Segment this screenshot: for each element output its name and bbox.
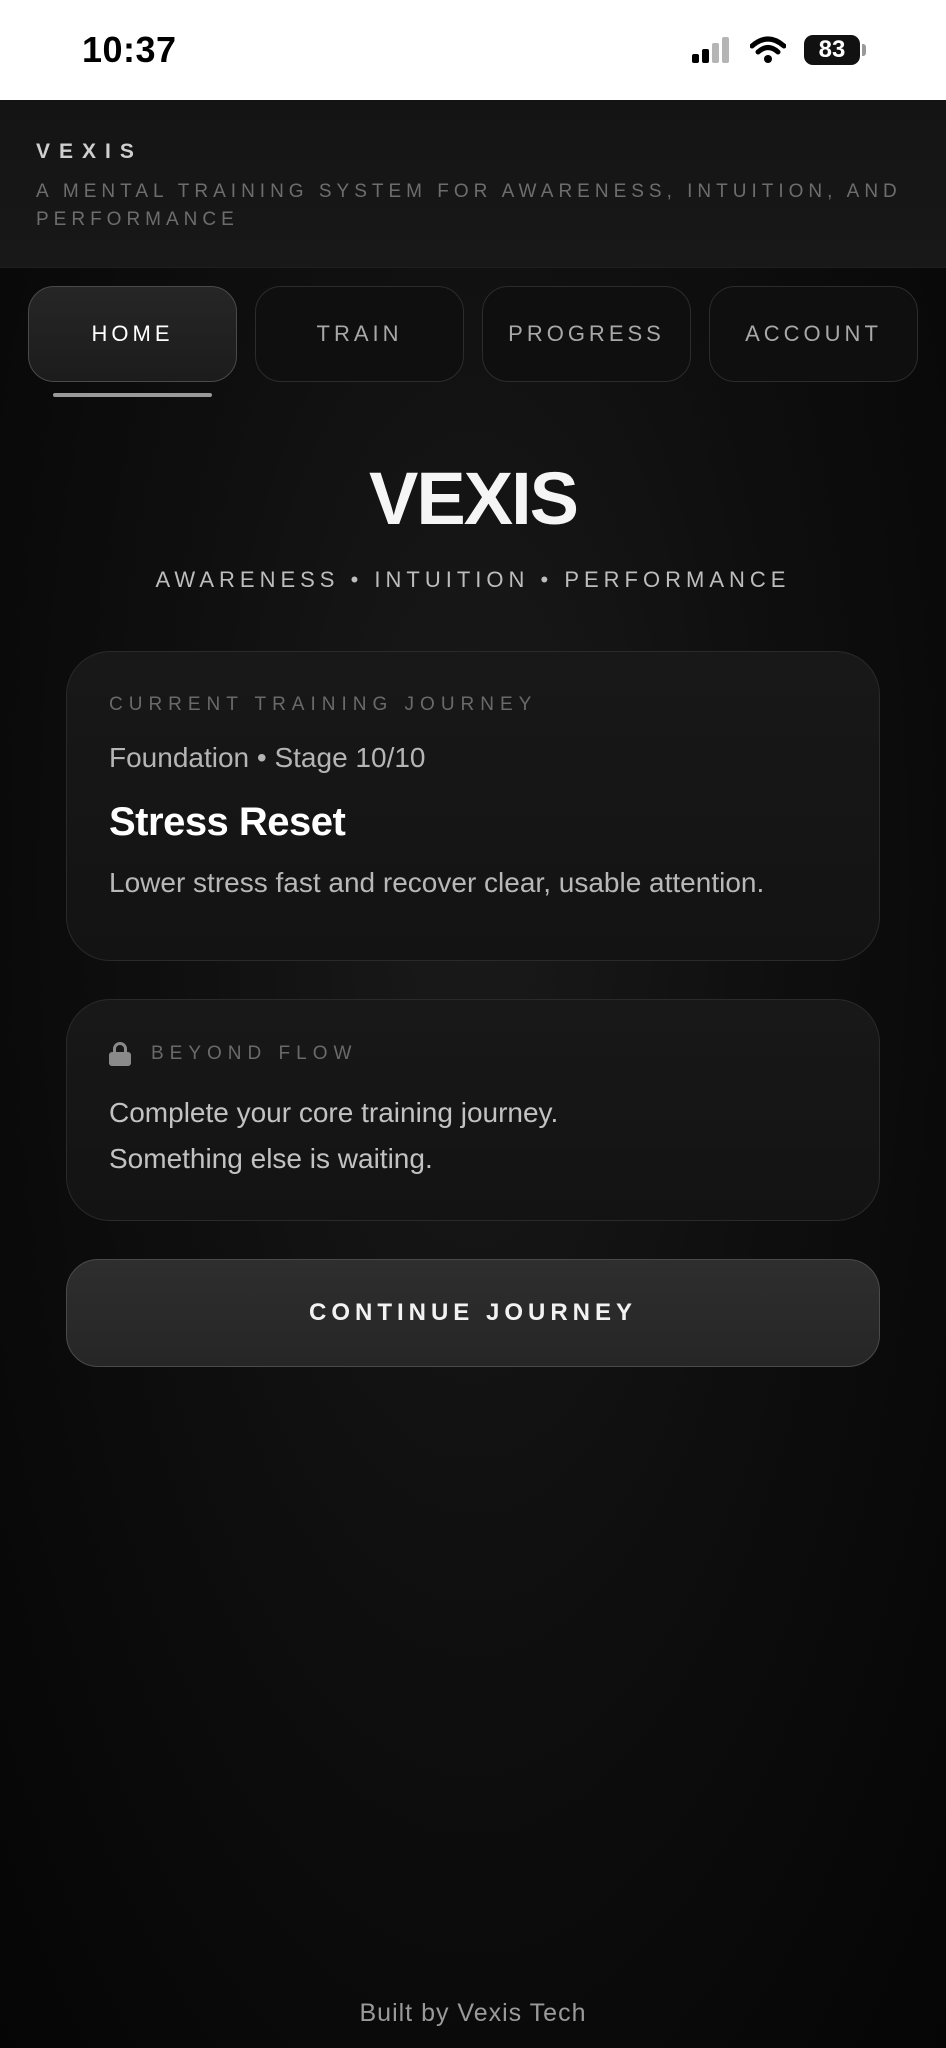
brand-tagline: A MENTAL TRAINING SYSTEM FOR AWARENESS, …	[36, 181, 902, 230]
journey-stage: Foundation • Stage 10/10	[109, 742, 426, 773]
tab-home[interactable]: HOME	[28, 286, 237, 397]
hero-subtitle: AWARENESS • INTUITION • PERFORMANCE	[155, 567, 791, 592]
brand-name: VEXIS	[36, 140, 143, 163]
journey-description: Lower stress fast and recover clear, usa…	[109, 867, 765, 898]
journey-eyebrow: CURRENT TRAINING JOURNEY	[109, 694, 538, 715]
footer-credit: Built by Vexis Tech	[359, 1999, 587, 2027]
beyond-flow-card: BEYOND FLOW Complete your core training …	[66, 999, 880, 1221]
hero: VEXIS AWARENESS • INTUITION • PERFORMANC…	[0, 456, 946, 593]
locked-header: BEYOND FLOW	[109, 1042, 837, 1066]
continue-journey-button[interactable]: CONTINUE JOURNEY	[66, 1259, 880, 1367]
app-root: VEXIS A MENTAL TRAINING SYSTEM FOR AWARE…	[0, 100, 946, 2048]
status-time: 10:37	[82, 29, 177, 70]
tab-train[interactable]: TRAIN	[255, 286, 464, 382]
tab-bar: HOME TRAIN PROGRESS ACCOUNT	[0, 268, 946, 397]
current-journey-card[interactable]: CURRENT TRAINING JOURNEY Foundation • St…	[66, 651, 880, 961]
tab-account-label: ACCOUNT	[745, 321, 882, 346]
locked-eyebrow: BEYOND FLOW	[151, 1043, 358, 1064]
tab-progress-label: PROGRESS	[508, 321, 665, 346]
active-tab-indicator	[53, 393, 212, 397]
wifi-icon	[750, 36, 786, 63]
battery-icon: 83	[804, 35, 866, 65]
tab-account[interactable]: ACCOUNT	[709, 286, 918, 382]
battery-level: 83	[804, 35, 860, 65]
tab-progress[interactable]: PROGRESS	[482, 286, 691, 382]
signal-icon	[692, 37, 729, 63]
hero-title: VEXIS	[369, 457, 579, 540]
status-icons: 83	[692, 35, 866, 65]
locked-line-2: Something else is waiting.	[109, 1143, 433, 1174]
journey-title: Stress Reset	[109, 800, 346, 844]
locked-line-1: Complete your core training journey.	[109, 1097, 559, 1128]
status-bar: 10:37 83	[0, 0, 946, 100]
tab-train-label: TRAIN	[316, 321, 403, 346]
app-header: VEXIS A MENTAL TRAINING SYSTEM FOR AWARE…	[0, 100, 946, 268]
lock-icon	[109, 1042, 131, 1066]
locked-message: Complete your core training journey. Som…	[109, 1090, 837, 1182]
tab-home-label: HOME	[91, 321, 174, 346]
